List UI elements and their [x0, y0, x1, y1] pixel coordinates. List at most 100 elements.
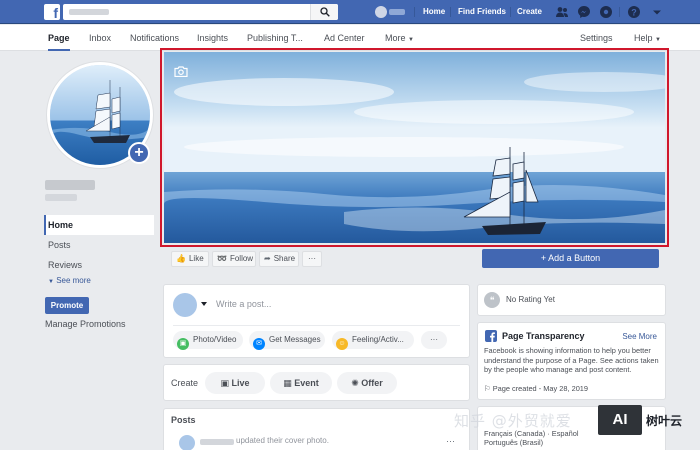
- transparency-body: Facebook is showing information to help …: [484, 346, 659, 374]
- rss-icon: ➿: [217, 254, 227, 263]
- sidebar-item-home[interactable]: Home: [44, 215, 154, 235]
- more-actions-button[interactable]: ···: [302, 251, 322, 267]
- get-messages-button[interactable]: ✉ Get Messages: [249, 331, 325, 350]
- camera-icon[interactable]: [174, 66, 188, 77]
- rating-card: ❝ No Rating Yet: [477, 284, 666, 316]
- chevron-down-icon: ▼: [408, 37, 414, 43]
- svg-text:?: ?: [631, 7, 637, 17]
- see-more-label: See more: [56, 276, 91, 285]
- like-button[interactable]: 👍 Like: [171, 251, 209, 267]
- friends-icon[interactable]: [555, 5, 569, 19]
- watermark-brand: 树叶云: [646, 414, 683, 428]
- chevron-down-icon[interactable]: [201, 302, 207, 306]
- create-label: Create: [171, 378, 199, 388]
- cover-ship-image: [164, 52, 665, 243]
- help-label: Help: [634, 33, 653, 43]
- post-composer: Write a post... ▣ Photo/Video ✉ Get Messag…: [163, 284, 470, 358]
- smiley-icon: ☺: [336, 338, 348, 350]
- review-icon: ❝: [484, 292, 500, 308]
- cover-photo[interactable]: [164, 52, 665, 243]
- post-more-button[interactable]: ···: [446, 436, 455, 446]
- search-button[interactable]: [310, 4, 338, 20]
- feeling-activity-button[interactable]: ☺ Feeling/Activ...: [332, 331, 414, 350]
- offer-tag-icon: ✺: [351, 378, 359, 388]
- messenger-icon[interactable]: [577, 5, 591, 19]
- see-more-link[interactable]: ▼ See more: [48, 276, 91, 285]
- video-icon: ▣: [220, 378, 229, 388]
- feeling-activity-label: Feeling/Activ...: [352, 335, 404, 344]
- manage-promotions-link[interactable]: Manage Promotions: [45, 319, 126, 329]
- live-button[interactable]: ▣ Live: [205, 372, 265, 394]
- menu-caret-icon[interactable]: [650, 5, 664, 19]
- create-link[interactable]: Create: [517, 0, 542, 24]
- create-bar: Create ▣ Live ▦ Event ✺ Offer: [163, 364, 470, 401]
- watermark-logo: AI: [598, 405, 642, 435]
- divider: [510, 7, 511, 17]
- share-icon: ➦: [264, 254, 271, 263]
- share-button[interactable]: ➦ Share: [259, 251, 299, 267]
- photo-icon: ▣: [177, 338, 189, 350]
- help-icon[interactable]: ?: [627, 5, 641, 19]
- search-icon: [320, 7, 330, 17]
- calendar-icon: ▦: [283, 378, 292, 388]
- more-options-button[interactable]: ···: [421, 331, 447, 349]
- facebook-logo-icon[interactable]: f: [44, 4, 60, 21]
- page-name: [45, 180, 95, 190]
- posts-title: Posts: [171, 415, 196, 425]
- photo-video-label: Photo/Video: [193, 335, 237, 344]
- add-photo-button[interactable]: +: [128, 142, 150, 164]
- like-label: Like: [188, 254, 204, 263]
- avatar: [179, 435, 195, 450]
- promote-button[interactable]: Promote: [45, 297, 89, 314]
- top-bar: f Home Find Friends Create ?: [0, 0, 700, 24]
- follow-button[interactable]: ➿ Follow: [212, 251, 256, 267]
- transparency-title: Page Transparency: [502, 331, 585, 341]
- posts-section: Posts updated their cover photo. ···: [163, 408, 470, 450]
- divider: [450, 7, 451, 17]
- watermark-text: 知乎 @外贸就爱: [454, 412, 572, 430]
- write-post-input[interactable]: Write a post...: [216, 299, 271, 309]
- follow-label: Follow: [229, 254, 254, 263]
- offer-button[interactable]: ✺ Offer: [337, 372, 397, 394]
- see-more-link[interactable]: See More: [622, 332, 657, 341]
- event-label: Event: [294, 378, 319, 388]
- page-action-bar: 👍 Like ➿ Follow ➦ Share ···: [163, 249, 473, 269]
- chevron-down-icon: ▼: [48, 279, 54, 285]
- post-author[interactable]: [200, 439, 234, 445]
- language-list[interactable]: Português (Brasil): [484, 438, 543, 447]
- divider: [414, 7, 415, 17]
- flag-icon: ⚐: [484, 384, 491, 393]
- sidebar-item-posts[interactable]: Posts: [44, 235, 154, 255]
- event-button[interactable]: ▦ Event: [270, 372, 332, 394]
- facebook-logo-icon: [485, 330, 497, 342]
- search-input[interactable]: [63, 4, 338, 20]
- thumbs-up-icon: 👍: [176, 254, 186, 263]
- chevron-down-icon: ▼: [655, 37, 661, 43]
- search-query: [69, 9, 109, 15]
- live-label: Live: [231, 378, 250, 388]
- page-username: [45, 194, 77, 201]
- tab-inbox[interactable]: Inbox: [89, 25, 111, 51]
- photo-video-button[interactable]: ▣ Photo/Video: [173, 331, 243, 350]
- page-transparency-card: Page Transparency See More Facebook is s…: [477, 322, 666, 400]
- notifications-icon[interactable]: [599, 5, 613, 19]
- page-created-date: ⚐ Page created - May 28, 2019: [484, 384, 588, 393]
- home-link[interactable]: Home: [423, 0, 445, 24]
- tab-page[interactable]: Page: [48, 25, 70, 51]
- offer-label: Offer: [361, 378, 383, 388]
- get-messages-label: Get Messages: [269, 335, 321, 344]
- messenger-icon: ✉: [253, 338, 265, 350]
- profile-name: [389, 9, 405, 15]
- avatar: [173, 293, 197, 317]
- tab-more-label: More: [385, 33, 406, 43]
- sidebar-item-reviews[interactable]: Reviews: [44, 255, 154, 275]
- profile-shortcut[interactable]: [375, 6, 405, 18]
- page-created-label: Page created - May 28, 2019: [492, 384, 589, 393]
- divider: [173, 325, 460, 326]
- divider: [619, 7, 620, 17]
- add-a-button[interactable]: + Add a Button: [482, 249, 659, 268]
- share-label: Share: [273, 254, 296, 263]
- avatar: [375, 6, 387, 18]
- find-friends-link[interactable]: Find Friends: [458, 0, 506, 24]
- post-summary: updated their cover photo.: [236, 436, 329, 445]
